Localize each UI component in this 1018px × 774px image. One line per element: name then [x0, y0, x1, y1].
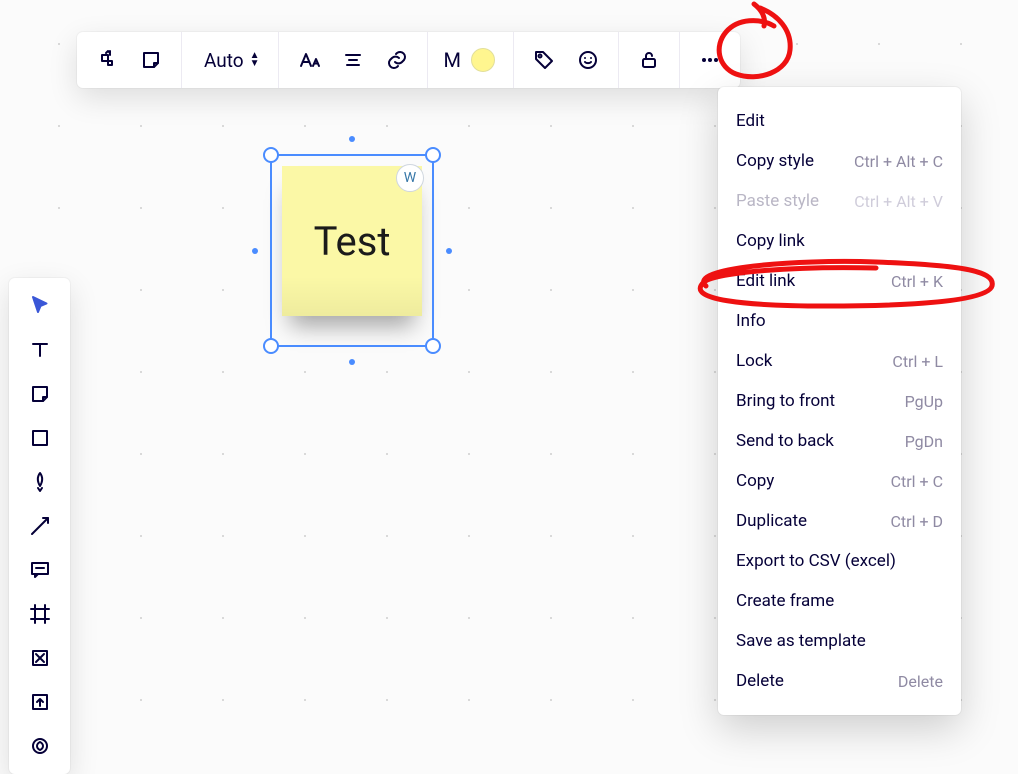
select-tool[interactable]: [18, 284, 62, 328]
close-tool[interactable]: [18, 636, 62, 680]
menu-item-label: Export to CSV (excel): [736, 551, 896, 571]
menu-item-save-as-template[interactable]: Save as template: [718, 621, 961, 661]
emoji-button[interactable]: [566, 32, 610, 88]
side-handle-left[interactable]: [252, 248, 258, 254]
tag-button[interactable]: [522, 32, 566, 88]
resize-handle-br[interactable]: [425, 338, 441, 354]
size-stepper[interactable]: ▲ ▼: [250, 52, 260, 68]
menu-item-shortcut: Ctrl + L: [892, 352, 943, 371]
sticky-type-button[interactable]: [129, 32, 173, 88]
menu-item-label: Copy: [736, 471, 774, 491]
selected-object[interactable]: Test W: [270, 154, 434, 347]
menu-item-shortcut: PgDn: [905, 432, 943, 451]
menu-item-copy-link[interactable]: Copy link: [718, 221, 961, 261]
menu-item-label: Duplicate: [736, 511, 807, 531]
menu-item-shortcut: PgUp: [905, 392, 943, 411]
align-button[interactable]: [331, 32, 375, 88]
resize-handle-tr[interactable]: [425, 147, 441, 163]
menu-item-edit[interactable]: Edit: [718, 101, 961, 141]
link-button[interactable]: [375, 32, 419, 88]
menu-item-lock[interactable]: Lock Ctrl + L: [718, 341, 961, 381]
menu-item-export-to-csv-excel[interactable]: Export to CSV (excel): [718, 541, 961, 581]
context-toolbar: Auto ▲ ▼ M: [77, 32, 740, 88]
menu-item-create-frame[interactable]: Create frame: [718, 581, 961, 621]
autosize-label[interactable]: Auto: [190, 49, 250, 72]
note-size-label[interactable]: M: [436, 48, 467, 72]
menu-item-label: Create frame: [736, 591, 834, 611]
menu-item-paste-style: Paste style Ctrl + Alt + V: [718, 181, 961, 221]
menu-item-label: Bring to front: [736, 391, 835, 411]
context-menu: Edit Copy style Ctrl + Alt + C Paste style C…: [718, 87, 961, 715]
menu-item-send-to-back[interactable]: Send to back PgDn: [718, 421, 961, 461]
stepper-down-icon[interactable]: ▼: [250, 60, 260, 68]
rotate-handle-bottom[interactable]: [349, 359, 355, 365]
menu-item-label: Info: [736, 311, 766, 331]
menu-item-shortcut: Ctrl + C: [891, 472, 943, 491]
shape-tool[interactable]: [18, 416, 62, 460]
menu-item-bring-to-front[interactable]: Bring to front PgUp: [718, 381, 961, 421]
menu-item-shortcut: Ctrl + Alt + V: [854, 192, 943, 211]
resize-handle-bl[interactable]: [263, 338, 279, 354]
pen-tool[interactable]: [18, 460, 62, 504]
menu-item-copy[interactable]: Copy Ctrl + C: [718, 461, 961, 501]
comment-tool[interactable]: [18, 548, 62, 592]
menu-item-shortcut: Ctrl + Alt + C: [854, 152, 943, 171]
switch-type-button[interactable]: [85, 32, 129, 88]
menu-item-label: Edit: [736, 111, 765, 131]
rotate-handle-top[interactable]: [349, 136, 355, 142]
more-button[interactable]: [688, 32, 732, 88]
selection-outline: [270, 154, 434, 347]
menu-item-shortcut: Delete: [898, 672, 943, 691]
menu-item-label: Lock: [736, 351, 772, 371]
menu-item-delete[interactable]: Delete Delete: [718, 661, 961, 701]
side-toolbar: [9, 278, 70, 774]
menu-item-edit-link[interactable]: Edit link Ctrl + K: [718, 261, 961, 301]
menu-item-label: Save as template: [736, 631, 866, 651]
side-handle-right[interactable]: [446, 248, 452, 254]
menu-item-info[interactable]: Info: [718, 301, 961, 341]
menu-item-duplicate[interactable]: Duplicate Ctrl + D: [718, 501, 961, 541]
more-apps-tool[interactable]: [18, 724, 62, 768]
lock-button[interactable]: [627, 32, 671, 88]
connector-tool[interactable]: [18, 504, 62, 548]
menu-item-label: Copy link: [736, 231, 805, 251]
menu-item-label: Paste style: [736, 191, 819, 211]
color-swatch[interactable]: [471, 48, 495, 72]
menu-item-label: Delete: [736, 671, 784, 691]
resize-handle-tl[interactable]: [263, 147, 279, 163]
menu-item-label: Copy style: [736, 151, 814, 171]
menu-item-label: Send to back: [736, 431, 834, 451]
menu-item-copy-style[interactable]: Copy style Ctrl + Alt + C: [718, 141, 961, 181]
upload-tool[interactable]: [18, 680, 62, 724]
frame-tool[interactable]: [18, 592, 62, 636]
menu-item-label: Edit link: [736, 271, 795, 291]
menu-item-shortcut: Ctrl + K: [891, 272, 943, 291]
menu-item-shortcut: Ctrl + D: [891, 512, 943, 531]
sticky-tool[interactable]: [18, 372, 62, 416]
text-tool[interactable]: [18, 328, 62, 372]
font-button[interactable]: [287, 32, 331, 88]
